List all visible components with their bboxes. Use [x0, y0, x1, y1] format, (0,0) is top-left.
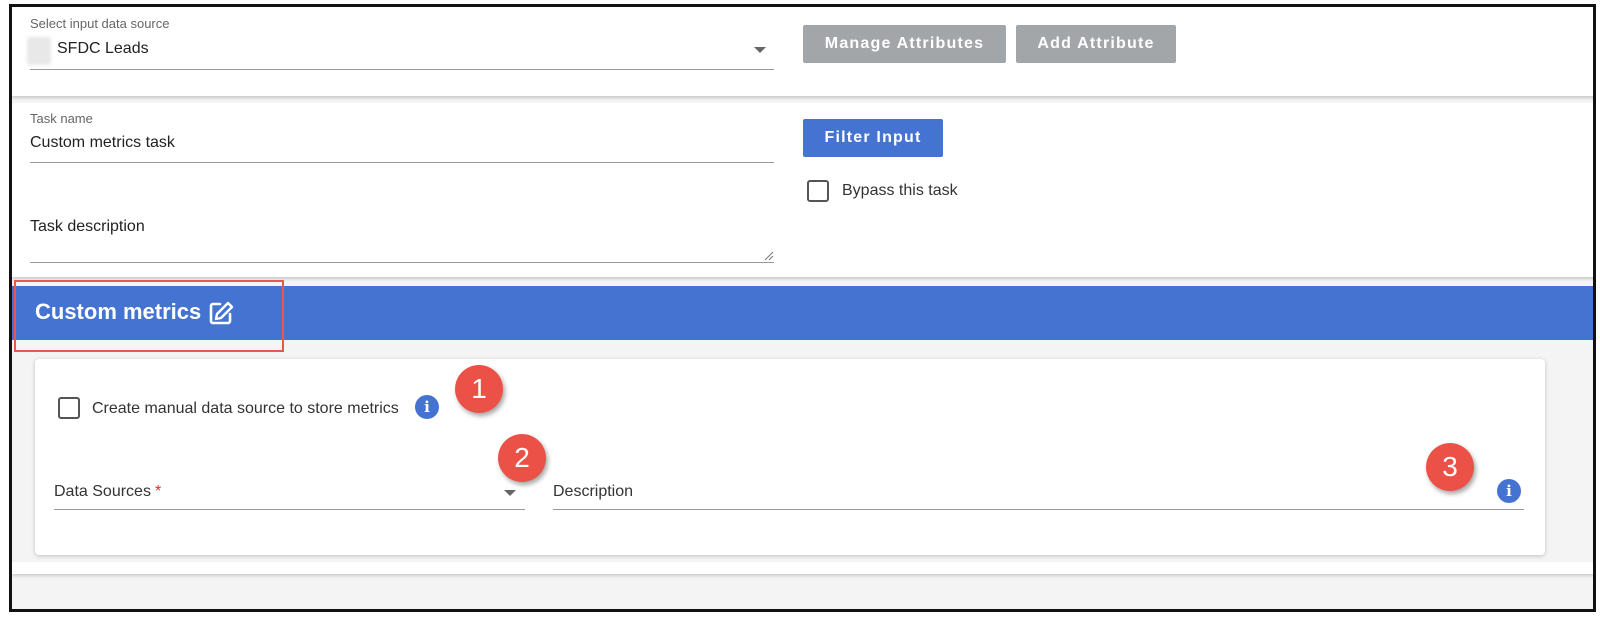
custom-metrics-highlight: [14, 280, 284, 352]
chevron-down-icon[interactable]: [504, 490, 516, 496]
description-input[interactable]: Description: [553, 483, 633, 501]
data-source-value[interactable]: SFDC Leads: [57, 40, 149, 58]
required-marker: *: [154, 483, 162, 500]
task-name-label: Task name: [30, 111, 93, 126]
resize-handle-icon[interactable]: [764, 251, 774, 261]
info-icon[interactable]: i: [415, 395, 439, 419]
task-name-input[interactable]: Custom metrics task: [30, 134, 175, 152]
bypass-task-label: Bypass this task: [842, 182, 958, 199]
manual-data-source-checkbox[interactable]: [58, 397, 80, 419]
data-source-card: Select input data source SFDC Leads Mana…: [12, 7, 1593, 96]
manual-data-source-label: Create manual data source to store metri…: [92, 400, 399, 417]
chevron-down-icon[interactable]: [754, 47, 766, 53]
custom-metrics-card: Create manual data source to store metri…: [35, 359, 1545, 555]
info-icon[interactable]: i: [1497, 479, 1521, 503]
data-source-underline: [30, 69, 774, 70]
data-sources-dropdown[interactable]: [54, 509, 525, 510]
task-details-card: Task name Custom metrics task Filter Inp…: [12, 103, 1593, 277]
data-source-type-icon: [27, 37, 51, 65]
data-source-label: Select input data source: [30, 16, 170, 31]
filter-input-button[interactable]: Filter Input: [803, 119, 943, 157]
manage-attributes-button[interactable]: Manage Attributes: [803, 25, 1006, 63]
card-bottom-edge: [12, 562, 1593, 574]
data-sources-label: Data Sources *: [54, 483, 162, 500]
app-frame: Select input data source SFDC Leads Mana…: [9, 4, 1596, 612]
callout-1-badge: 1: [455, 365, 503, 413]
task-description-underline: [30, 262, 774, 263]
bypass-task-checkbox[interactable]: [807, 180, 829, 202]
description-underline: [553, 509, 1524, 510]
task-description-input[interactable]: Task description: [30, 218, 145, 236]
task-name-underline: [30, 162, 774, 163]
callout-3-badge: 3: [1426, 443, 1474, 491]
add-attribute-button[interactable]: Add Attribute: [1016, 25, 1176, 63]
callout-2-badge: 2: [498, 434, 546, 482]
